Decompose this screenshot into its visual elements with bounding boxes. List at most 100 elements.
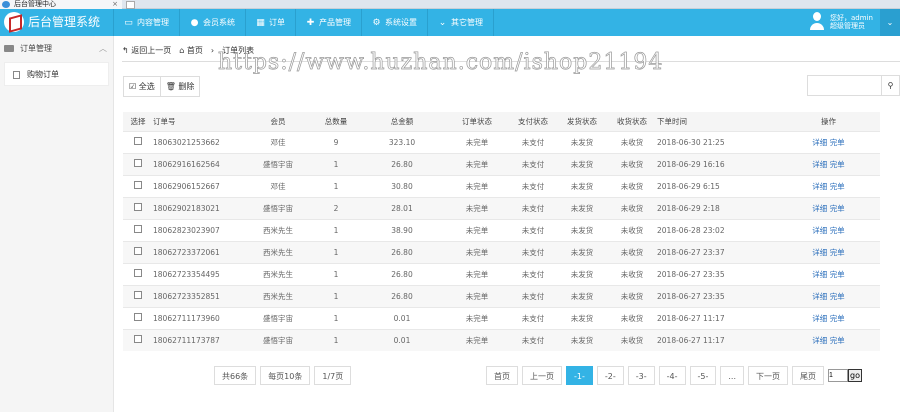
- cell: 2018-06-29 6:15: [657, 174, 777, 197]
- nav-members[interactable]: ● 会员系统: [180, 9, 246, 36]
- delete-button[interactable]: 🗑 删除: [160, 77, 200, 96]
- row-checkbox[interactable]: [134, 291, 142, 299]
- complete-link[interactable]: 完单: [830, 314, 845, 323]
- page-3-button[interactable]: -3-: [627, 366, 655, 385]
- prev-page-button[interactable]: 上一页: [522, 366, 562, 385]
- detail-link[interactable]: 详细: [812, 292, 827, 301]
- cell: 18062823023907: [153, 218, 243, 241]
- search-icon[interactable]: ⚲: [881, 76, 899, 95]
- cell: 38.90: [359, 218, 445, 241]
- cell: 未完单: [445, 328, 509, 351]
- complete-link[interactable]: 完单: [830, 336, 845, 345]
- sidebar-item-shopping-orders[interactable]: 购物订单: [4, 62, 109, 86]
- cell: 未发货: [557, 174, 607, 197]
- complete-link[interactable]: 完单: [830, 226, 845, 235]
- row-checkbox[interactable]: [134, 313, 142, 321]
- nav-content[interactable]: ▭ 内容管理: [114, 9, 180, 36]
- table-row: 18062723352851 西米先生 1 26.80 未完单 未支付 未发货 未收货 2018…: [123, 284, 880, 307]
- cell: 未收货: [607, 306, 657, 329]
- cell: 0.01: [359, 306, 445, 329]
- cell: 未支付: [509, 130, 557, 153]
- row-checkbox[interactable]: [134, 247, 142, 255]
- detail-link[interactable]: 详细: [812, 248, 827, 257]
- cell: 未完单: [445, 174, 509, 197]
- first-page-button[interactable]: 首页: [486, 366, 518, 385]
- avatar: [810, 12, 824, 32]
- row-checkbox[interactable]: [134, 335, 142, 344]
- cell: 未完单: [445, 196, 509, 219]
- page-2-button[interactable]: -2-: [596, 366, 624, 385]
- user-info[interactable]: 您好，admin 超级管理员: [806, 9, 880, 36]
- cell: 未完单: [445, 240, 509, 263]
- complete-link[interactable]: 完单: [830, 204, 845, 213]
- cell: 未支付: [509, 196, 557, 219]
- nav-orders[interactable]: ▦ 订单: [246, 9, 296, 36]
- row-checkbox[interactable]: [134, 269, 142, 277]
- cell: 未收货: [607, 218, 657, 241]
- back-link[interactable]: ↰ 返回上一页: [122, 45, 171, 56]
- main-nav: ▭ 内容管理 ● 会员系统 ▦ 订单 ✚ 产品管理 ⚙ 系统设置 ⌄ 其它管理: [114, 9, 494, 36]
- row-actions: 详细 完单: [777, 218, 880, 241]
- cell: 盛悟宇宙: [243, 306, 313, 329]
- page-4-button[interactable]: -4-: [658, 366, 686, 385]
- logo-cube-icon: [4, 12, 24, 32]
- cell: 未收货: [607, 328, 657, 351]
- search-input[interactable]: [808, 76, 881, 95]
- page-1-button[interactable]: -1-: [566, 366, 593, 385]
- browser-tab[interactable]: 后台管理中心 ×: [0, 0, 122, 9]
- complete-link[interactable]: 完单: [830, 270, 845, 279]
- cell: 未完单: [445, 130, 509, 153]
- new-tab-button[interactable]: [126, 1, 135, 9]
- complete-link[interactable]: 完单: [830, 138, 845, 147]
- cell: 未完单: [445, 306, 509, 329]
- sidebar-section-orders[interactable]: 订单管理 ︿: [0, 36, 113, 62]
- cell: 未支付: [509, 262, 557, 285]
- row-checkbox[interactable]: [134, 225, 142, 233]
- cell: 18062723354495: [153, 262, 243, 285]
- row-actions: 详细 完单: [777, 306, 880, 329]
- cell: 未收货: [607, 240, 657, 263]
- next-page-button[interactable]: 下一页: [748, 366, 789, 385]
- sidebar: 订单管理 ︿ 购物订单: [0, 36, 114, 412]
- complete-link[interactable]: 完单: [830, 248, 845, 257]
- go-button[interactable]: go: [848, 369, 862, 382]
- nav-settings[interactable]: ⚙ 系统设置: [362, 9, 428, 36]
- row-checkbox[interactable]: [134, 159, 142, 167]
- cell: 未发货: [557, 284, 607, 307]
- nav-other[interactable]: ⌄ 其它管理: [428, 9, 494, 36]
- detail-link[interactable]: 详细: [812, 226, 827, 235]
- detail-link[interactable]: 详细: [812, 314, 827, 323]
- detail-link[interactable]: 详细: [812, 182, 827, 191]
- cell: 未收货: [607, 130, 657, 153]
- detail-link[interactable]: 详细: [812, 160, 827, 169]
- user-menu-toggle[interactable]: ⌄: [880, 9, 900, 36]
- nav-products[interactable]: ✚ 产品管理: [296, 9, 362, 36]
- row-checkbox[interactable]: [134, 203, 142, 211]
- page-5-button[interactable]: -5-: [689, 366, 717, 385]
- detail-link[interactable]: 详细: [812, 204, 827, 213]
- cell: 0.01: [359, 328, 445, 351]
- row-actions: 详细 完单: [777, 196, 880, 219]
- detail-link[interactable]: 详细: [812, 270, 827, 279]
- cell: 盛悟宇宙: [243, 328, 313, 351]
- complete-link[interactable]: 完单: [830, 292, 845, 301]
- detail-link[interactable]: 详细: [812, 138, 827, 147]
- last-page-button[interactable]: 尾页: [792, 366, 825, 385]
- cell: 未收货: [607, 284, 657, 307]
- page-jump-input[interactable]: [828, 369, 849, 382]
- row-checkbox[interactable]: [134, 137, 142, 145]
- cell: 未发货: [557, 130, 607, 153]
- select-all-button[interactable]: ☑ 全选: [124, 77, 161, 96]
- cell: 未发货: [557, 240, 607, 263]
- close-tab-icon[interactable]: ×: [112, 0, 118, 8]
- cell: 盛悟宇宙: [243, 196, 313, 219]
- cell: 未发货: [557, 262, 607, 285]
- complete-link[interactable]: 完单: [830, 182, 845, 191]
- home-link[interactable]: ⌂ 首页: [179, 45, 203, 56]
- table-row: 18062823023907 西米先生 1 38.90 未完单 未支付 未发货 未收货 2018…: [123, 218, 880, 241]
- cell: 未完单: [445, 218, 509, 241]
- detail-link[interactable]: 详细: [812, 336, 827, 345]
- row-checkbox[interactable]: [134, 181, 142, 189]
- complete-link[interactable]: 完单: [830, 160, 845, 169]
- column-header: 下单时间: [657, 112, 777, 131]
